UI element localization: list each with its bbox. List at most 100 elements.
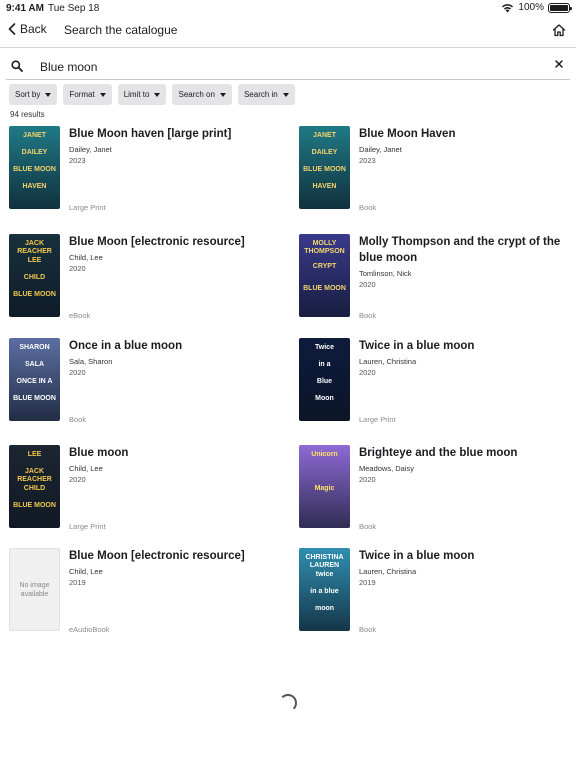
cover-text: moon [314, 605, 335, 612]
cover-text: BLUE MOON [13, 291, 56, 298]
book-cover: LEE JACK REACHER CHILD BLUE MOON [9, 445, 60, 528]
result-title: Blue Moon [electronic resource] [69, 550, 245, 562]
cover-text: BLUE MOON [13, 166, 56, 173]
result-count: 94 results [10, 110, 45, 119]
cover-text: CHILD [23, 274, 46, 281]
cover-text: BLUE MOON [13, 502, 56, 509]
result-title: Twice in a blue moon [359, 550, 475, 562]
result-year: 2020 [359, 368, 376, 377]
result-title: Brighteye and the blue moon [359, 447, 518, 459]
cover-text: CHRISTINA LAUREN [305, 554, 344, 569]
search-in-label: Search in [243, 90, 278, 99]
filter-bar: Sort by Format Limit to Search on Search… [9, 84, 295, 105]
result-item[interactable]: JACK REACHER LEE CHILD BLUE MOON Blue Moon … [9, 234, 279, 334]
result-year: 2020 [69, 475, 86, 484]
cover-text: JANET [313, 132, 336, 139]
result-item[interactable]: Unicorn Magic Brighteye and the blue moon… [299, 445, 569, 545]
result-author: Dailey, Janet [69, 145, 112, 154]
cover-text: in a blue [310, 588, 339, 595]
result-item[interactable]: JANET DAILEY BLUE MOON HAVEN Blue Moon have… [9, 126, 279, 226]
cover-text: DAILEY [311, 149, 338, 156]
format-label: Format [69, 90, 95, 99]
result-item[interactable]: CHRISTINA LAUREN twice in a blue moon Twice… [299, 548, 569, 648]
status-date: Tue Sep 18 [48, 3, 100, 14]
result-year: 2023 [69, 156, 86, 165]
result-year: 2019 [359, 578, 376, 587]
search-bar [6, 56, 570, 80]
result-year: 2020 [69, 368, 86, 377]
result-title: Blue Moon haven [large print] [69, 128, 232, 140]
sort-by-label: Sort by [15, 90, 41, 99]
cover-text: CRYPT [312, 262, 337, 270]
cover-text: Magic [314, 485, 335, 492]
search-on-dropdown[interactable]: Search on [172, 84, 232, 105]
back-button[interactable]: Back [8, 22, 47, 36]
caret-down-icon [45, 92, 52, 97]
result-format: Book [359, 311, 377, 320]
result-item[interactable]: JANET DAILEY BLUE MOON HAVEN Blue Moon Have… [299, 126, 569, 226]
caret-down-icon [219, 92, 226, 97]
result-author: Lauren, Christina [359, 567, 417, 576]
result-title: Molly Thompson and the crypt of the blue… [359, 236, 561, 264]
battery-percent: 100% [518, 2, 544, 13]
cover-text: SHARON [19, 344, 50, 351]
format-dropdown[interactable]: Format [63, 84, 112, 105]
sort-by-dropdown[interactable]: Sort by [9, 84, 58, 105]
result-format: Book [69, 415, 87, 424]
cover-text: Blue [316, 378, 333, 385]
back-label: Back [20, 22, 47, 36]
result-title: Blue Moon [electronic resource] [69, 236, 245, 248]
result-author: Sala, Sharon [69, 357, 113, 366]
result-format: Book [359, 203, 377, 212]
result-author: Meadows, Daisy [359, 464, 415, 473]
result-year: 2020 [359, 475, 376, 484]
cover-text: HAVEN [22, 183, 47, 190]
result-author: Child, Lee [69, 464, 103, 473]
result-item[interactable]: SHARON SALA ONCE IN A BLUE MOON Once in a b… [9, 338, 279, 438]
cover-text: DAILEY [21, 149, 48, 156]
book-cover: MOLLY THOMPSON CRYPT BLUE MOON [299, 234, 350, 317]
cover-text: LEE [27, 257, 42, 264]
result-item[interactable]: Twice in a Blue Moon Twice in a blue moon La… [299, 338, 569, 438]
result-item[interactable]: No image available Blue Moon [electronic… [9, 548, 279, 648]
limit-to-label: Limit to [123, 90, 150, 99]
result-year: 2020 [359, 280, 376, 289]
loading-spinner [279, 694, 297, 712]
result-item[interactable]: MOLLY THOMPSON CRYPT BLUE MOON Molly Thomp… [299, 234, 569, 334]
cover-text: Unicorn [311, 451, 338, 458]
book-cover: JANET DAILEY BLUE MOON HAVEN [9, 126, 60, 209]
search-in-dropdown[interactable]: Search in [237, 84, 295, 105]
result-item[interactable]: LEE JACK REACHER CHILD BLUE MOON Blue moon C… [9, 445, 279, 545]
result-year: 2019 [69, 578, 86, 587]
home-icon [552, 24, 566, 37]
result-author: Child, Lee [69, 253, 103, 262]
result-year: 2020 [69, 264, 86, 273]
limit-to-dropdown[interactable]: Limit to [117, 84, 167, 105]
cover-text: in a [318, 361, 331, 368]
caret-down-icon [99, 92, 106, 97]
search-icon [11, 60, 23, 72]
home-button[interactable] [552, 23, 566, 42]
result-format: eBook [69, 311, 91, 320]
cover-text: HAVEN [312, 183, 337, 190]
cover-text: JANET [23, 132, 46, 139]
result-author: Dailey, Janet [359, 145, 402, 154]
cover-text: JACK REACHER [17, 468, 52, 483]
result-author: Child, Lee [69, 567, 103, 576]
cover-text: LEE [27, 451, 42, 458]
cover-text: BLUE MOON [303, 166, 346, 173]
cover-text: twice [315, 571, 334, 578]
search-on-label: Search on [178, 90, 215, 99]
book-cover: SHARON SALA ONCE IN A BLUE MOON [9, 338, 60, 421]
book-cover: Unicorn Magic [299, 445, 350, 528]
book-cover: JACK REACHER LEE CHILD BLUE MOON [9, 234, 60, 317]
result-format: Large Print [359, 415, 396, 424]
cover-text: BLUE MOON [303, 285, 346, 293]
result-format: Book [359, 625, 377, 634]
clear-search-icon[interactable] [554, 59, 564, 69]
cover-text: MOLLY THOMPSON [304, 240, 345, 255]
page-title: Search the catalogue [64, 23, 178, 37]
result-format: Large Print [69, 522, 106, 531]
search-input[interactable] [40, 57, 540, 77]
result-author: Lauren, Christina [359, 357, 417, 366]
